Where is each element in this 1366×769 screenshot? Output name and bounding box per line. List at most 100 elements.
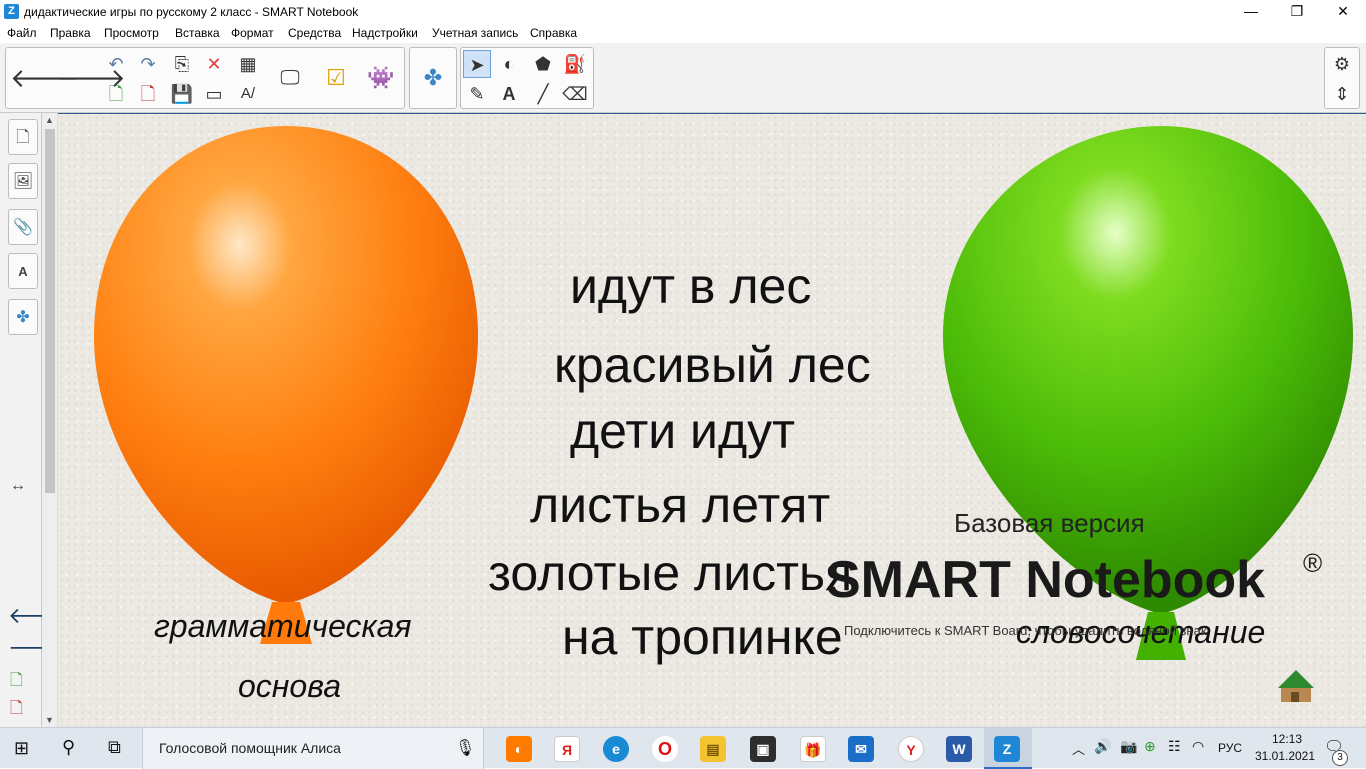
delete-page-icon[interactable]: 🗋 [10,697,23,724]
windows-start-icon[interactable]: ⊞ [14,738,29,759]
volume-icon[interactable]: 🔊 [1094,738,1111,755]
clock-date[interactable]: 31.01.2021 [1250,749,1320,763]
toolbar-group-addons: ✤ [409,47,457,109]
menu-bar: Файл Правка Просмотр Вставка Формат Сред… [0,23,1366,43]
arrow-left-icon[interactable]: 🡐 [10,50,80,106]
menu-help[interactable]: Справка [530,26,577,40]
phrase-6[interactable]: на тропинке [562,608,843,666]
left-label-line1[interactable]: грамматическая [154,608,412,645]
watermark-edition: Базовая версия [954,508,1145,538]
resize-handle-icon[interactable]: ↔ [10,477,26,495]
search-icon[interactable]: ⚲ [62,737,75,758]
phrase-5[interactable]: золотые листья [488,544,852,602]
scroll-thumb[interactable] [45,129,55,493]
response-icon[interactable]: ☑ [316,50,356,106]
arrow-right-icon[interactable]: 🡒 [56,50,126,106]
add-page-icon[interactable]: 🗋 [10,669,23,696]
menu-insert[interactable]: Вставка [175,26,220,40]
delete-page-icon[interactable]: 🗋 [134,80,162,108]
lab-icon[interactable]: 👾 [361,50,401,106]
yandex-browser-icon[interactable]: Я [554,736,580,762]
phrase-1[interactable]: идут в лес [570,257,811,315]
menu-tools[interactable]: Средства [288,26,341,40]
menu-edit[interactable]: Правка [50,26,91,40]
table-icon[interactable]: ▦ [234,50,262,78]
menu-view[interactable]: Просмотр [104,26,159,40]
menu-addons[interactable]: Надстройки [352,26,418,40]
language-indicator[interactable]: РУС [1218,741,1242,755]
clock-time[interactable]: 12:13 [1262,732,1312,746]
fill-icon[interactable]: ⛽ [561,50,589,78]
display-icon[interactable]: 🖵 [270,50,310,106]
eraser-polygon-icon[interactable]: ⬟ [529,50,557,78]
microphone-icon[interactable]: 🎙 [455,738,475,758]
gift-icon[interactable]: 🎁 [800,736,826,762]
properties-icon[interactable]: A [8,253,38,289]
firefox-icon[interactable]: ◐ [506,736,532,762]
line-icon[interactable]: ╱ [529,80,557,108]
wifi-icon[interactable]: ◠ [1192,738,1204,755]
scroll-down-icon[interactable]: ▼ [45,715,54,725]
delete-icon[interactable]: ✕ [200,50,228,78]
vertical-scrollbar[interactable]: ▲ ▼ [42,113,58,727]
task-view-icon[interactable]: ⧉ [108,737,121,758]
smart-notebook-taskbar-icon: Z [994,736,1020,762]
notebook-page[interactable]: идут в лес красивый лес дети идут листья… [58,113,1366,727]
smart-notebook-taskbar-button[interactable]: Z [984,728,1032,769]
mail-icon[interactable]: ✉ [848,736,874,762]
menu-account[interactable]: Учетная запись [432,26,518,40]
title-bar: Z дидактические игры по русскому 2 класс… [0,0,1366,23]
taskbar: ⊞ ⚲ ⧉ Голосовой помощник Алиса 🎙 ◐ Я e O… [0,727,1366,769]
add-page-icon[interactable]: 🗋 [102,80,130,108]
word-icon[interactable]: W [946,736,972,762]
house-icon [1278,670,1314,702]
store-icon[interactable]: ▣ [750,736,776,762]
yandex-icon[interactable]: Y [898,736,924,762]
phrase-3[interactable]: дети идут [570,402,795,460]
orange-balloon[interactable] [94,126,478,644]
screen-shade-icon[interactable]: ▭ [200,80,228,108]
attachments-icon[interactable]: 📎 [8,209,38,245]
restore-button[interactable]: ❐ [1274,0,1320,23]
camera-icon[interactable]: 📷 [1120,738,1137,755]
save-icon[interactable]: 💾 [168,80,196,108]
main-toolbar: 🡐 🡒 ↶ ↷ ⎘ ✕ ▦ 🗋 🗋 💾 ▭ A/ 🖵 ☑ 👾 ✤ ➤ ◐ ⬟ ⛽… [0,43,1366,113]
watermark-registered: ® [1303,548,1323,578]
alice-search-box[interactable]: Голосовой помощник Алиса 🎙 [142,728,484,769]
show-hidden-icons-icon[interactable]: ︿ [1072,739,1085,758]
toolbar-group-main: 🡐 🡒 ↶ ↷ ⎘ ✕ ▦ 🗋 🗋 💾 ▭ A/ 🖵 ☑ 👾 [5,47,405,109]
menu-format[interactable]: Формат [231,26,274,40]
addons-icon[interactable]: ✤ [413,50,453,106]
network-icon[interactable]: ☷ [1168,738,1181,755]
addons-icon[interactable]: ✤ [8,299,38,335]
move-toolbar-icon[interactable]: ⇕ [1328,80,1356,108]
toolbar-group-tools: ➤ ◐ ⬟ ⛽ ✎ A ╱ ⌫ [460,47,594,109]
left-label-line2[interactable]: основа [238,668,341,705]
settings-icon[interactable]: ⚙ [1328,50,1356,78]
phrase-4[interactable]: листья летят [530,476,830,534]
close-button[interactable]: ✕ [1320,0,1366,23]
page-sorter-icon[interactable]: 🗋 [8,119,38,155]
shapes-icon[interactable]: ◐ [495,50,523,78]
edge-icon[interactable]: e [603,736,629,762]
file-explorer-icon[interactable]: ▤ [700,736,726,762]
select-icon[interactable]: ➤ [463,50,491,78]
scroll-up-icon[interactable]: ▲ [45,115,54,125]
alice-search-text: Голосовой помощник Алиса [159,740,341,756]
undo-icon[interactable]: ↶ [102,50,130,78]
opera-icon[interactable]: O [652,736,678,762]
text-icon[interactable]: A [495,80,523,108]
toolbar-group-settings: ⚙ ⇕ [1324,47,1360,109]
pens-icon[interactable]: ✎ [463,80,491,108]
redo-icon[interactable]: ↷ [134,50,162,78]
phrase-2[interactable]: красивый лес [554,336,871,394]
menu-file[interactable]: Файл [7,26,37,40]
tray-app-icon[interactable]: ⊕ [1144,738,1156,755]
properties-icon[interactable]: A/ [234,80,262,108]
watermark-note: Подключитесь к SMART Board, чтобы удалит… [844,623,1207,638]
watermark-product: SMART Notebook [826,551,1266,609]
paste-icon[interactable]: ⎘ [168,50,196,78]
gallery-icon[interactable]: 🖼 [8,163,38,199]
eraser-icon[interactable]: ⌫ [561,80,589,108]
minimize-button[interactable]: — [1228,0,1274,23]
